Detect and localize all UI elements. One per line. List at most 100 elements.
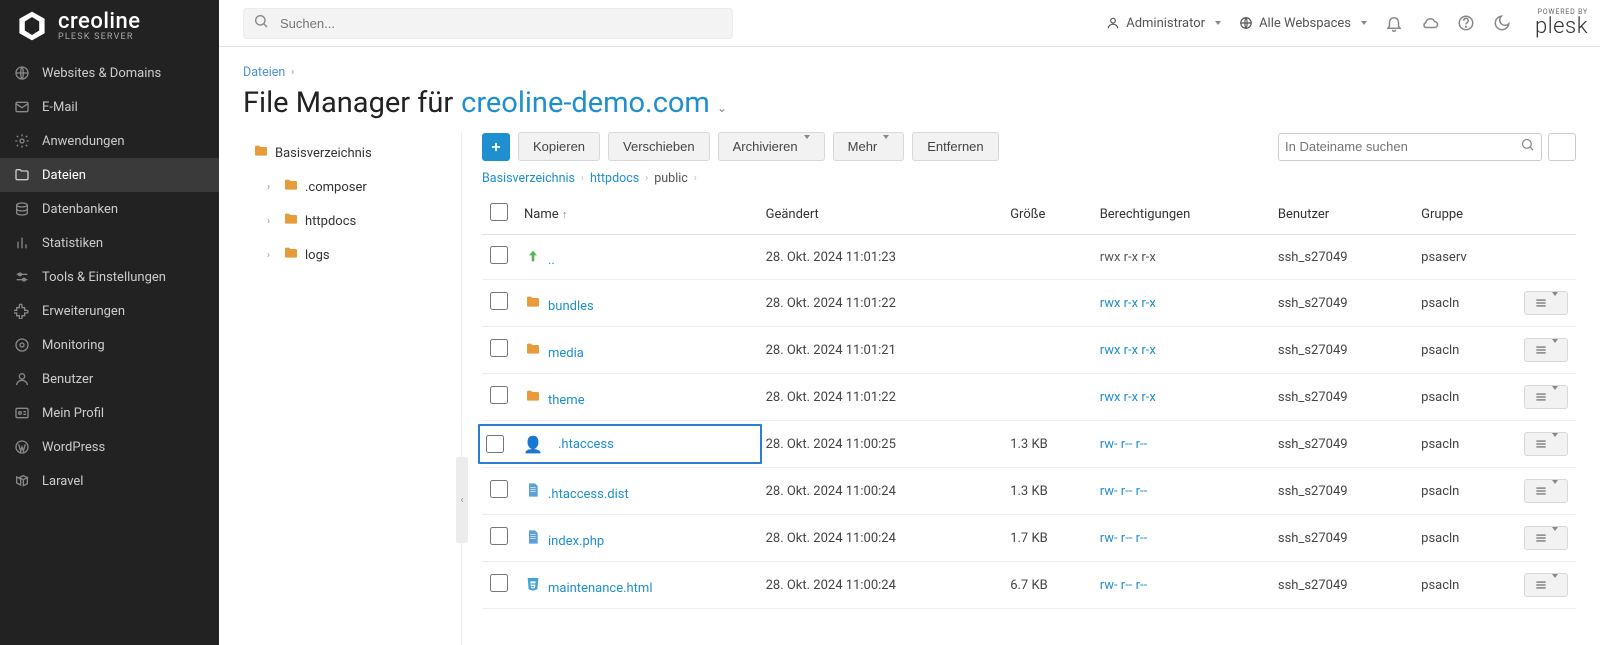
sidebar-item-wordpress[interactable]: WordPress — [0, 430, 219, 464]
cell-group: psacln — [1413, 562, 1516, 609]
webspace-menu[interactable]: Alle Webspaces — [1239, 16, 1367, 31]
sidebar-item-e-mail[interactable]: E-Mail — [0, 90, 219, 124]
row-menu-button[interactable] — [1524, 479, 1568, 503]
search-icon[interactable] — [1520, 137, 1535, 156]
sidebar-item-anwendungen[interactable]: Anwendungen — [0, 124, 219, 158]
file-icon — [524, 293, 542, 311]
folder-icon — [283, 177, 299, 197]
cell-perms[interactable]: rw- r-- r-- — [1100, 531, 1148, 546]
row-menu-button[interactable] — [1524, 432, 1568, 456]
col-name[interactable]: Name ↑ — [516, 194, 758, 235]
remove-button[interactable]: Entfernen — [912, 132, 998, 161]
sliders-icon — [14, 269, 30, 285]
search-input[interactable] — [243, 8, 733, 39]
file-icon — [524, 387, 542, 405]
moon-icon[interactable] — [1493, 14, 1511, 32]
row-checkbox[interactable] — [490, 246, 508, 264]
cell-user: ssh_s27049 — [1270, 327, 1413, 374]
row-checkbox[interactable] — [490, 386, 508, 404]
row-menu-button[interactable] — [1524, 338, 1568, 362]
cell-size: 1.3 KB — [1002, 421, 1092, 468]
file-icon — [524, 575, 542, 593]
row-menu-button[interactable] — [1524, 385, 1568, 409]
col-size[interactable]: Größe — [1002, 194, 1092, 235]
more-button[interactable]: Mehr — [833, 132, 905, 161]
copy-button[interactable]: Kopieren — [518, 132, 600, 161]
admin-label: Administrator — [1126, 16, 1205, 31]
brand-logo[interactable]: creoline PLESK SERVER — [0, 0, 219, 52]
bell-icon[interactable] — [1385, 14, 1403, 32]
row-menu-button[interactable] — [1524, 573, 1568, 597]
row-checkbox[interactable] — [490, 527, 508, 545]
table-row: index.php28. Okt. 2024 11:00:241.7 KBrw-… — [482, 515, 1576, 562]
sidebar-item-websites-domains[interactable]: Websites & Domains — [0, 56, 219, 90]
archive-button[interactable]: Archivieren — [718, 132, 825, 161]
cell-perms[interactable]: rwx r-x r-x — [1100, 390, 1156, 405]
sidebar-item-label: Websites & Domains — [42, 66, 161, 81]
file-name[interactable]: .htaccess — [558, 437, 614, 452]
file-name[interactable]: media — [548, 346, 584, 361]
table-row: maintenance.html28. Okt. 2024 11:00:246.… — [482, 562, 1576, 609]
sidebar-item-datenbanken[interactable]: Datenbanken — [0, 192, 219, 226]
tree-item[interactable]: ›.composer — [257, 170, 461, 204]
plesk-logo[interactable]: POWERED BY plesk — [1535, 9, 1588, 38]
file-name[interactable]: .htaccess.dist — [548, 487, 629, 502]
cell-modified: 28. Okt. 2024 11:00:24 — [758, 468, 1003, 515]
search-options-button[interactable] — [1548, 133, 1576, 161]
add-button[interactable] — [482, 133, 510, 161]
table-row: .htaccess.dist28. Okt. 2024 11:00:241.3 … — [482, 468, 1576, 515]
file-name[interactable]: theme — [548, 393, 585, 408]
col-group[interactable]: Gruppe — [1413, 194, 1516, 235]
breadcrumb-root[interactable]: Dateien — [243, 65, 285, 80]
path-segment[interactable]: Basisverzeichnis — [482, 171, 575, 186]
file-toolbar: Kopieren Verschieben Archivieren Mehr En… — [482, 132, 1576, 161]
table-row: media28. Okt. 2024 11:01:21rwx r-x r-xss… — [482, 327, 1576, 374]
row-menu-button[interactable] — [1524, 291, 1568, 315]
move-button[interactable]: Verschieben — [608, 132, 710, 161]
chevron-right-icon: › — [267, 182, 277, 193]
collapse-tree-handle[interactable]: ‹ — [456, 457, 468, 543]
col-modified[interactable]: Geändert — [758, 194, 1003, 235]
cell-modified: 28. Okt. 2024 11:00:24 — [758, 515, 1003, 562]
file-name[interactable]: bundles — [548, 299, 594, 314]
path-segment[interactable]: httpdocs — [590, 171, 639, 186]
tree-item[interactable]: ›logs — [257, 238, 461, 272]
row-checkbox[interactable] — [490, 480, 508, 498]
help-icon[interactable] — [1457, 14, 1475, 32]
sidebar-item-laravel[interactable]: Laravel — [0, 464, 219, 498]
sidebar-item-tools-einstellungen[interactable]: Tools & Einstellungen — [0, 260, 219, 294]
cell-perms[interactable]: rwx r-x r-x — [1100, 343, 1156, 358]
puzzle-icon — [14, 303, 30, 319]
sidebar-item-dateien[interactable]: Dateien — [0, 158, 219, 192]
file-name[interactable]: maintenance.html — [548, 581, 653, 596]
file-name[interactable]: .. — [548, 253, 555, 268]
monitor-icon — [14, 337, 30, 353]
admin-menu[interactable]: Administrator — [1106, 16, 1221, 31]
row-checkbox[interactable] — [486, 435, 504, 453]
col-user[interactable]: Benutzer — [1270, 194, 1413, 235]
select-all-checkbox[interactable] — [490, 203, 508, 221]
cell-perms[interactable]: rwx r-x r-x — [1100, 296, 1156, 311]
row-checkbox[interactable] — [490, 574, 508, 592]
tree-item[interactable]: ›httpdocs — [257, 204, 461, 238]
filename-search-input[interactable] — [1285, 139, 1520, 154]
sidebar-item-statistiken[interactable]: Statistiken — [0, 226, 219, 260]
cell-user: ssh_s27049 — [1270, 421, 1413, 468]
chevron-right-icon: › — [581, 173, 584, 184]
sidebar-item-monitoring[interactable]: Monitoring — [0, 328, 219, 362]
cell-perms[interactable]: rw- r-- r-- — [1100, 578, 1148, 593]
cell-perms[interactable]: rw- r-- r-- — [1100, 484, 1148, 499]
sidebar-item-benutzer[interactable]: Benutzer — [0, 362, 219, 396]
tree-root[interactable]: Basisverzeichnis — [243, 136, 461, 170]
chevron-right-icon: › — [291, 67, 294, 78]
file-name[interactable]: index.php — [548, 534, 604, 549]
cloud-icon[interactable] — [1421, 14, 1439, 32]
domain-dropdown[interactable]: creoline-demo.com ⌄ — [461, 86, 727, 120]
cell-perms[interactable]: rw- r-- r-- — [1100, 437, 1148, 452]
sidebar-item-mein-profil[interactable]: Mein Profil — [0, 396, 219, 430]
sidebar-item-erweiterungen[interactable]: Erweiterungen — [0, 294, 219, 328]
col-perms[interactable]: Berechtigungen — [1092, 194, 1270, 235]
row-checkbox[interactable] — [490, 292, 508, 310]
row-checkbox[interactable] — [490, 339, 508, 357]
row-menu-button[interactable] — [1524, 526, 1568, 550]
